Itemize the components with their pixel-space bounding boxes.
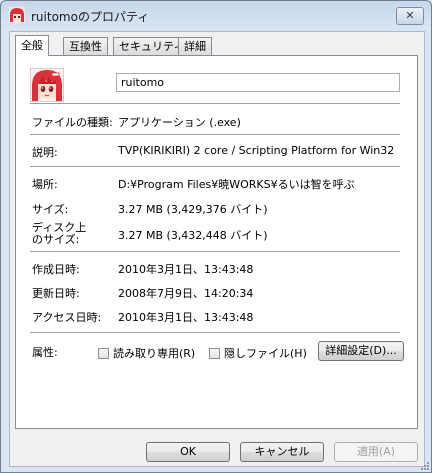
accessed-value: 2010年3月1日、13:43:48 (118, 311, 254, 324)
description-value: TVP(KIRIKIRI) 2 core / Scripting Platfor… (118, 144, 395, 157)
separator (30, 332, 400, 333)
separator (30, 166, 400, 167)
properties-window: ruitomoのプロパティ ✕ 全般 互換性 セキュリティ 詳細 ruitomo… (0, 0, 432, 473)
hidden-checkbox-label: 隠しファイル(H) (224, 347, 307, 360)
advanced-button[interactable]: 詳細設定(D)... (318, 341, 404, 361)
general-panel: ファイルの種類: アプリケーション (.exe) 説明: TVP(KIRIKIR… (15, 55, 418, 429)
resize-grip-icon[interactable] (420, 461, 430, 471)
file-type-label: ファイルの種類: (32, 116, 113, 129)
readonly-checkbox-label: 読み取り専用(R) (113, 347, 196, 360)
readonly-checkbox[interactable]: 読み取り専用(R) (98, 345, 195, 361)
separator (30, 134, 400, 135)
tab-general[interactable]: 全般 (15, 35, 49, 56)
close-button[interactable]: ✕ (396, 7, 424, 25)
created-value: 2010年3月1日、13:43:48 (118, 263, 254, 276)
modified-value: 2008年7月9日、14:20:34 (118, 287, 254, 300)
size-label: サイズ: (32, 203, 69, 216)
tab-details[interactable]: 詳細 (178, 37, 212, 55)
title-bar[interactable]: ruitomoのプロパティ ✕ (1, 1, 431, 31)
app-icon (9, 7, 25, 23)
readonly-checkbox-box[interactable] (98, 347, 109, 359)
size-value: 3.27 MB (3,429,376 バイト) (118, 203, 268, 216)
ruitomo-app-icon (30, 68, 64, 102)
separator (30, 103, 400, 104)
apply-button[interactable]: 適用(A) (334, 442, 418, 462)
ok-button[interactable]: OK (146, 442, 230, 462)
window-title: ruitomoのプロパティ (31, 10, 150, 24)
size-on-disk-label-line2: のサイズ: (32, 233, 80, 246)
tab-compatibility[interactable]: 互換性 (63, 37, 108, 55)
close-icon: ✕ (405, 9, 415, 22)
separator (30, 251, 400, 252)
location-value: D:¥Program Files¥暁WORKS¥るいは智を呼ぶ (118, 178, 355, 191)
size-on-disk-label: ディスク上 のサイズ: (32, 222, 86, 246)
file-type-value: アプリケーション (.exe) (118, 116, 241, 129)
attributes-label: 属性: (32, 346, 58, 359)
description-label: 説明: (32, 146, 58, 159)
size-on-disk-value: 3.27 MB (3,432,448 バイト) (118, 229, 268, 242)
cancel-button[interactable]: キャンセル (240, 442, 324, 462)
location-label: 場所: (32, 178, 58, 191)
hidden-checkbox-box[interactable] (209, 347, 220, 359)
modified-label: 更新日時: (32, 287, 80, 300)
hidden-checkbox[interactable]: 隠しファイル(H) (209, 345, 307, 361)
dialog-client: 全般 互換性 セキュリティ 詳細 ファイルの種類: アプリケーション (.e (9, 31, 425, 467)
accessed-label: アクセス日時: (32, 311, 102, 324)
file-name-input[interactable] (116, 73, 400, 92)
created-label: 作成日時: (32, 263, 80, 276)
